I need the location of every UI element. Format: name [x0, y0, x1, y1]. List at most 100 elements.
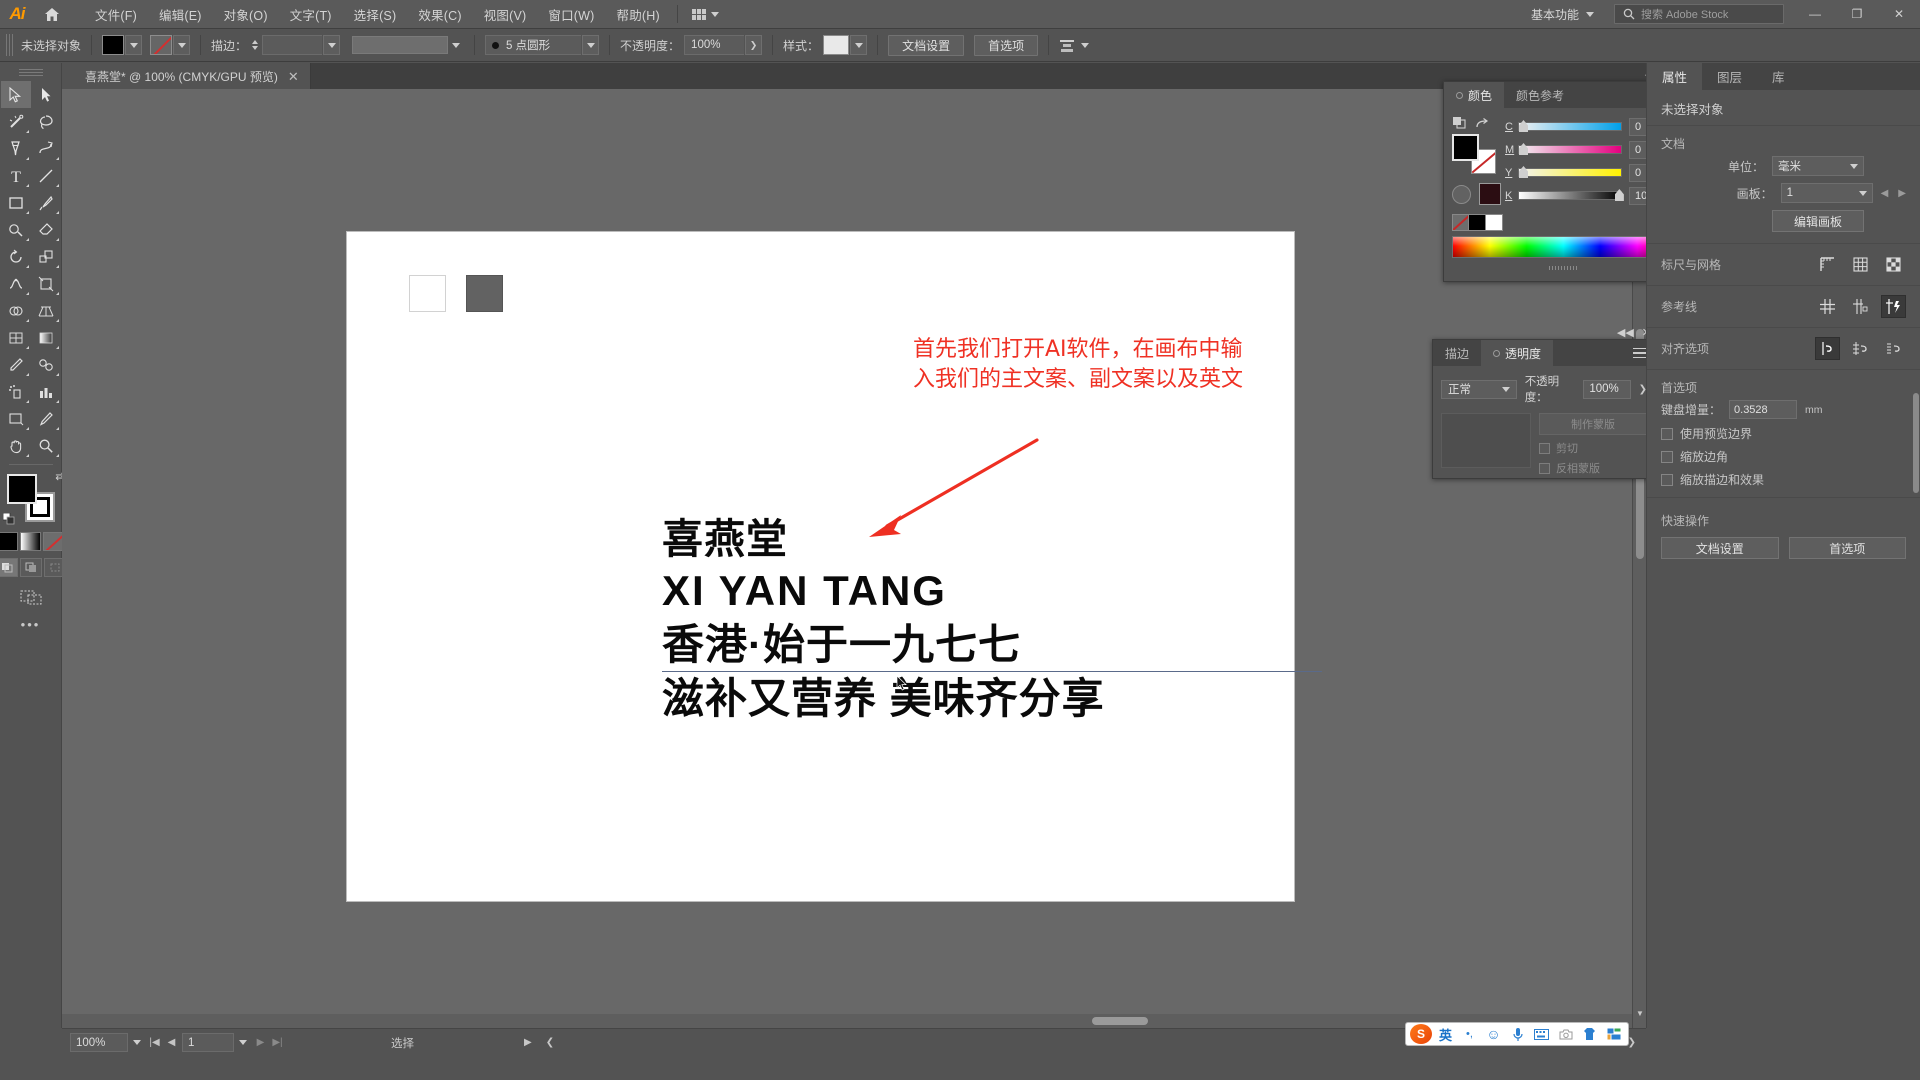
perspective-grid-tool[interactable] — [31, 297, 61, 324]
mesh-tool[interactable] — [1, 324, 31, 351]
graphic-style-dropdown[interactable] — [850, 35, 868, 55]
gray-swatch[interactable] — [466, 275, 503, 312]
show-guides-icon[interactable] — [1815, 295, 1840, 318]
free-transform-tool[interactable] — [31, 270, 61, 297]
ime-punctuation-icon[interactable]: •, — [1459, 1024, 1480, 1044]
color-mode-solid[interactable] — [0, 532, 18, 551]
workspace-switcher[interactable]: 基本功能 — [1521, 6, 1604, 23]
prev-artboard-icon[interactable]: ◀ — [163, 1033, 180, 1052]
show-transparency-grid-icon[interactable] — [1881, 253, 1906, 276]
curvature-tool[interactable] — [31, 135, 61, 162]
properties-scroll-thumb[interactable] — [1913, 393, 1919, 493]
slider-track-c[interactable] — [1518, 120, 1622, 132]
toolbox-icon[interactable] — [1603, 1024, 1624, 1044]
tab-color-guide[interactable]: 颜色参考 — [1504, 82, 1576, 108]
minimize-button[interactable]: — — [1794, 0, 1836, 29]
menu-object[interactable]: 对象(O) — [213, 1, 279, 28]
color-mode-none[interactable] — [43, 532, 64, 551]
transparency-thumbnail[interactable] — [1441, 413, 1531, 468]
menu-edit[interactable]: 编辑(E) — [148, 1, 213, 28]
artboard-tool[interactable] — [1, 405, 31, 432]
symbol-sprayer-tool[interactable] — [1, 378, 31, 405]
rotate-tool[interactable] — [1, 243, 31, 270]
edit-toolbar-button[interactable]: ••• — [21, 617, 41, 632]
transparency-opacity-field[interactable]: 100% — [1583, 379, 1631, 399]
type-tool[interactable]: T — [1, 162, 31, 189]
scale-tool[interactable] — [31, 243, 61, 270]
next-artboard-icon[interactable]: ▶ — [252, 1033, 269, 1052]
align-icon[interactable] — [1059, 38, 1075, 53]
skin-icon[interactable] — [1579, 1024, 1600, 1044]
next-artboard-icon[interactable]: ▶ — [1898, 188, 1906, 199]
make-mask-button[interactable]: 制作蒙版 — [1539, 413, 1647, 435]
draw-normal-mode[interactable] — [0, 558, 18, 577]
document-setup-button[interactable]: 文档设置 — [888, 34, 965, 56]
arrange-documents-button[interactable] — [684, 8, 727, 20]
slider-track-y[interactable] — [1518, 166, 1622, 178]
menu-type[interactable]: 文字(T) — [279, 1, 343, 28]
tools-panel-grip[interactable] — [18, 69, 43, 77]
status-play-icon[interactable]: ▶ — [524, 1037, 532, 1048]
menu-help[interactable]: 帮助(H) — [606, 1, 671, 28]
menu-file[interactable]: 文件(F) — [84, 1, 148, 28]
document-tab[interactable]: 喜燕堂* @ 100% (CMYK/GPU 预览) ✕ — [74, 63, 311, 89]
clip-checkbox[interactable]: 剪切 — [1539, 440, 1647, 456]
ime-mode-toggle[interactable]: 英 — [1435, 1024, 1456, 1044]
fill-color-swatch[interactable] — [102, 35, 125, 55]
keyboard-icon[interactable] — [1531, 1024, 1552, 1044]
transparency-panel[interactable]: ◀◀ ✕ 描边 透明度 正常 不透明度： 100% ❯ — [1432, 327, 1656, 479]
stroke-profile-preview[interactable] — [352, 36, 449, 54]
artboard-select[interactable]: 1 — [1780, 183, 1873, 203]
color-spectrum-ramp[interactable] — [1452, 236, 1675, 258]
none-swatch[interactable] — [1452, 214, 1469, 231]
last-artboard-icon[interactable]: ▶| — [269, 1033, 286, 1052]
zoom-tool[interactable] — [31, 432, 61, 459]
graphic-style-combo[interactable] — [823, 35, 868, 55]
tab-transparency[interactable]: 透明度 — [1481, 340, 1554, 366]
swap-arrow-icon[interactable] — [1475, 117, 1489, 130]
magic-wand-tool[interactable] — [1, 108, 31, 135]
status-prev-icon[interactable]: ❮ — [546, 1037, 554, 1048]
horizontal-scrollbar[interactable] — [62, 1014, 1632, 1028]
gradient-tool[interactable] — [31, 324, 61, 351]
pen-tool[interactable] — [1, 135, 31, 162]
menu-window[interactable]: 窗口(W) — [537, 1, 605, 28]
draw-behind-mode[interactable] — [19, 558, 42, 577]
keyboard-increment-field[interactable]: 0.3528 — [1729, 400, 1798, 419]
close-button[interactable]: ✕ — [1878, 0, 1920, 29]
collapse-icon[interactable]: ◀◀ — [1617, 326, 1634, 339]
blend-tool[interactable] — [31, 351, 61, 378]
shaper-tool[interactable] — [1, 216, 31, 243]
align-dropdown-icon[interactable] — [1081, 42, 1090, 48]
stroke-profile-dropdown-icon[interactable] — [452, 42, 461, 48]
stroke-weight-field[interactable] — [262, 35, 323, 55]
artwork-text-block[interactable]: 喜燕堂 XI YAN TANG 香港·始于一九七七 滋补又营养 美味齐分享 — [662, 514, 1105, 727]
overlap-squares-icon[interactable] — [1452, 116, 1467, 130]
fill-stroke-indicator[interactable]: ⇄ — [2, 471, 65, 525]
shape-builder-tool[interactable] — [1, 297, 31, 324]
opacity-combo[interactable]: 100% ❯ — [684, 35, 763, 55]
line-segment-tool[interactable] — [31, 162, 61, 189]
smiley-icon[interactable]: ☺ — [1483, 1024, 1504, 1044]
opacity-field[interactable]: 100% — [684, 35, 745, 55]
first-artboard-icon[interactable]: |◀ — [146, 1033, 163, 1052]
color-panel-fill[interactable] — [1452, 134, 1479, 161]
snap-to-grid-icon[interactable] — [1848, 337, 1873, 360]
snap-to-point-icon[interactable] — [1815, 337, 1840, 360]
black-swatch[interactable] — [1469, 214, 1486, 231]
smart-guides-icon[interactable] — [1881, 295, 1906, 318]
brush-definition-combo[interactable]: 5 点圆形 — [485, 35, 600, 55]
brush-definition-dropdown[interactable] — [582, 35, 600, 55]
artwork-slogan[interactable]: 滋补又营养 美味齐分享 — [662, 672, 1105, 727]
lasso-tool[interactable] — [31, 108, 61, 135]
artwork-english-title[interactable]: XI YAN TANG — [662, 565, 1105, 618]
lock-guides-icon[interactable] — [1848, 295, 1873, 318]
use-preview-bounds-checkbox[interactable]: 使用预览边界 — [1661, 425, 1906, 442]
screenshot-icon[interactable] — [1555, 1024, 1576, 1044]
default-fill-stroke-icon[interactable] — [2, 512, 15, 525]
stroke-dropdown-button[interactable] — [173, 35, 191, 55]
control-bar-grip[interactable] — [6, 34, 15, 56]
scale-strokes-effects-checkbox[interactable]: 缩放描边和效果 — [1661, 471, 1906, 488]
quick-preferences-button[interactable]: 首选项 — [1788, 537, 1906, 559]
artwork-subtitle[interactable]: 香港·始于一九七七 — [662, 618, 1105, 673]
